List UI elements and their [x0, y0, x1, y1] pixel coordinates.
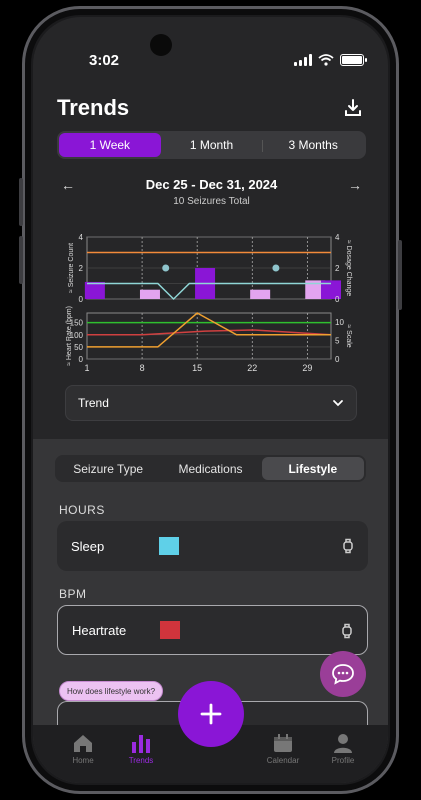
tab-label: Home	[72, 756, 94, 765]
tab-3-months[interactable]: 3 Months	[262, 133, 364, 157]
y-tick-label: 2	[335, 264, 340, 273]
status-time: 3:02	[89, 52, 120, 69]
volume-button	[19, 178, 23, 226]
color-swatch[interactable]	[159, 537, 179, 555]
metric-card-sleep[interactable]: Sleep	[57, 521, 368, 571]
y-tick-label: 4	[335, 233, 340, 242]
bar-chart-icon	[132, 735, 150, 753]
detail-tabs: Seizure Type Medications Lifestyle	[55, 455, 366, 482]
tab-seizure-type[interactable]: Seizure Type	[57, 457, 159, 480]
section-heading-bpm: BPM	[59, 587, 87, 601]
y-tick-label: 5	[335, 337, 340, 346]
x-tick-label: 22	[247, 363, 257, 373]
tab-medications[interactable]: Medications	[159, 457, 261, 480]
y-tick-label: 50	[74, 343, 83, 352]
trend-charts: 024024≈ Seizure Count ≈ Dosage Change0501…	[66, 233, 352, 373]
date-navigator: ← Dec 25 - Dec 31, 2024 10 Seizures Tota…	[57, 175, 366, 215]
metric-card-heartrate[interactable]: Heartrate	[57, 605, 368, 655]
plus-icon	[200, 703, 222, 725]
front-camera	[150, 34, 172, 56]
y-tick-label: 0	[79, 355, 84, 364]
status-icons	[294, 54, 367, 66]
battery-icon	[340, 54, 367, 66]
y-tick-label: 4	[79, 233, 84, 242]
calendar-icon	[274, 734, 292, 752]
tab-calendar[interactable]: Calendar	[253, 733, 313, 765]
color-swatch[interactable]	[160, 621, 180, 639]
tab-label: Profile	[331, 756, 355, 765]
tab-label: Trends	[128, 756, 154, 765]
y-tick-label: 0	[79, 295, 84, 304]
section-heading-hours: HOURS	[59, 503, 105, 517]
trend-dropdown-value: Trend	[78, 396, 109, 410]
y-tick-label: 2	[79, 264, 84, 273]
x-tick-label: 8	[140, 363, 145, 373]
watch-icon[interactable]	[341, 623, 353, 639]
chart-marker	[272, 264, 280, 272]
tab-profile[interactable]: Profile	[313, 733, 373, 765]
page-title: Trends	[57, 95, 130, 120]
chart-bar	[139, 289, 160, 299]
tab-trends[interactable]: Trends	[111, 733, 171, 765]
tab-1-month[interactable]: 1 Month	[161, 133, 263, 157]
chat-button[interactable]	[320, 651, 366, 697]
tab-home[interactable]: Home	[53, 733, 113, 765]
metric-name: Sleep	[71, 538, 105, 554]
chart-marker	[162, 264, 170, 272]
series-line	[87, 312, 331, 348]
person-icon	[334, 734, 352, 753]
date-range: Dec 25 - Dec 31, 2024	[145, 177, 278, 192]
signal-icon	[294, 54, 312, 66]
chat-bubble-icon	[332, 664, 354, 685]
watch-icon[interactable]	[342, 538, 354, 554]
y-tick-label: 0	[335, 295, 340, 304]
x-tick-label: 15	[192, 363, 202, 373]
chart-bar	[250, 289, 271, 299]
volume-button	[19, 236, 23, 284]
seizure-total: 10 Seizures Total	[173, 196, 250, 207]
trend-dropdown[interactable]: Trend	[65, 385, 357, 421]
tab-lifestyle[interactable]: Lifestyle	[261, 457, 364, 480]
chart-bar	[84, 281, 105, 299]
tab-label: Calendar	[266, 756, 300, 765]
metric-name: Heartrate	[72, 622, 127, 638]
y-tick-label: 0	[335, 355, 340, 364]
app-screen: 3:02 Trends 1 Week 1 Month 3 Months ← De…	[33, 17, 388, 783]
home-icon	[74, 735, 92, 752]
range-segmented-control: 1 Week 1 Month 3 Months	[57, 131, 366, 159]
x-tick-label: 29	[302, 363, 312, 373]
y-axis-label: ≈ Seizure Count	[68, 243, 75, 293]
y-axis-label: ≈ Dosage Change	[345, 240, 352, 296]
chevron-down-icon	[333, 400, 343, 407]
y-tick-label: 10	[335, 318, 344, 327]
tab-1-week[interactable]: 1 Week	[59, 133, 161, 157]
y-axis-label: ≈ Scale	[345, 324, 352, 347]
next-arrow-icon[interactable]: →	[348, 177, 362, 193]
download-icon[interactable]	[342, 97, 364, 119]
add-entry-button[interactable]	[178, 681, 244, 747]
wifi-icon	[318, 54, 334, 66]
power-button	[398, 240, 402, 310]
x-tick-label: 1	[84, 363, 89, 373]
y-axis-label: ≈ Heart Rate (bpm)	[66, 306, 73, 366]
help-tooltip[interactable]: How does lifestyle work?	[59, 681, 164, 701]
